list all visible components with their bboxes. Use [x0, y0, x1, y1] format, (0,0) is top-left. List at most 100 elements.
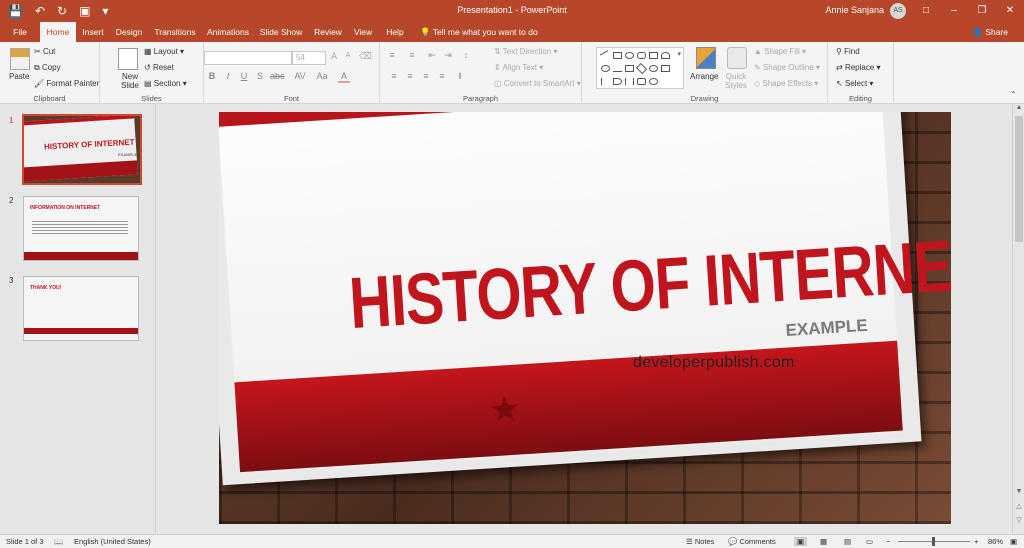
- zoom-level[interactable]: 86%: [988, 537, 1003, 546]
- format-painter-button[interactable]: 🖌 Format Painter: [34, 79, 99, 88]
- avatar[interactable]: AS: [890, 3, 906, 19]
- bullets-icon[interactable]: ≡: [386, 50, 398, 60]
- tab-animations[interactable]: Animations: [203, 22, 253, 42]
- reading-view-icon[interactable]: ▤: [844, 537, 851, 546]
- slideshow-view-icon[interactable]: ▭: [866, 537, 873, 546]
- italic-icon[interactable]: I: [222, 71, 234, 81]
- callout-shape-icon[interactable]: [661, 65, 670, 72]
- next-slide-icon[interactable]: ▽: [1013, 516, 1024, 524]
- tab-file[interactable]: File: [6, 22, 34, 42]
- clear-formatting-icon[interactable]: ⌫: [359, 51, 372, 62]
- language-indicator[interactable]: English (United States): [74, 537, 151, 546]
- collapse-ribbon-icon[interactable]: ⌃: [1010, 90, 1017, 99]
- slide-thumbnail-3[interactable]: THANK YOU!: [23, 276, 139, 341]
- rounded-rect-shape-icon[interactable]: [637, 52, 646, 59]
- zoom-in-icon[interactable]: +: [974, 537, 978, 546]
- font-name-dropdown[interactable]: [204, 51, 292, 65]
- section-button[interactable]: ▤ Section ▾: [144, 79, 187, 88]
- cut-button[interactable]: ✂ Cut: [34, 47, 55, 56]
- new-slide-button[interactable]: New Slide: [118, 72, 142, 90]
- brace-shape-icon[interactable]: [625, 78, 634, 85]
- line-spacing-icon[interactable]: ↕: [460, 50, 472, 60]
- ribbon-display-options-icon[interactable]: □: [912, 0, 940, 22]
- rectangle-shape-icon[interactable]: [613, 52, 622, 59]
- columns-icon[interactable]: ‖: [454, 71, 466, 81]
- strikethrough-icon[interactable]: abc: [270, 71, 285, 81]
- paste-icon[interactable]: [10, 48, 30, 70]
- user-name[interactable]: Annie Sanjana: [825, 5, 884, 15]
- connector-shape-icon[interactable]: [613, 65, 622, 72]
- quick-styles-button[interactable]: Quick Styles: [723, 72, 749, 90]
- reset-button[interactable]: ↺ Reset: [144, 63, 174, 72]
- oval-shape-icon[interactable]: [625, 52, 634, 59]
- convert-smartart-button[interactable]: ◫ Convert to SmartArt ▾: [494, 79, 581, 88]
- heart-shape-icon[interactable]: [649, 65, 658, 72]
- scroll-down-icon[interactable]: ▼: [1013, 488, 1024, 495]
- arrange-icon[interactable]: [696, 47, 716, 69]
- replace-button[interactable]: ⇄ Replace ▾: [836, 63, 881, 72]
- arrange-button[interactable]: Arrange: [690, 72, 718, 81]
- justify-icon[interactable]: ≡: [436, 71, 448, 81]
- textbox-shape-icon[interactable]: [649, 52, 658, 59]
- tab-review[interactable]: Review: [310, 22, 346, 42]
- zoom-out-icon[interactable]: −: [886, 537, 890, 546]
- layout-button[interactable]: ▦ Layout ▾: [144, 47, 184, 56]
- tab-home[interactable]: Home: [40, 22, 76, 42]
- spelling-icon[interactable]: 📖: [54, 537, 63, 546]
- font-size-dropdown[interactable]: 54: [292, 51, 326, 65]
- previous-slide-icon[interactable]: △: [1013, 502, 1024, 510]
- select-button[interactable]: ↖ Select ▾: [836, 79, 873, 88]
- fit-to-window-icon[interactable]: ▣: [1010, 537, 1017, 546]
- shape-fill-button[interactable]: ▲ Shape Fill ▾: [754, 47, 806, 56]
- quick-styles-icon[interactable]: [727, 47, 747, 69]
- align-left-icon[interactable]: ≡: [388, 71, 400, 81]
- shape-effects-button[interactable]: ◇ Shape Effects ▾: [754, 79, 818, 88]
- text-direction-button[interactable]: ⇅ Text Direction ▾: [494, 47, 558, 56]
- align-right-icon[interactable]: ≡: [420, 71, 432, 81]
- line-shape-icon[interactable]: [599, 50, 612, 61]
- char-spacing-icon[interactable]: AV: [294, 71, 306, 81]
- shape-outline-button[interactable]: ✎ Shape Outline ▾: [754, 63, 820, 72]
- vertical-scrollbar[interactable]: ▲ ▼ △ ▽: [1012, 104, 1024, 534]
- comments-button[interactable]: 💬 Comments: [728, 537, 776, 546]
- curve-shape-icon[interactable]: [613, 78, 622, 85]
- change-case-icon[interactable]: Aa: [316, 71, 328, 81]
- copy-button[interactable]: ⧉ Copy: [34, 63, 61, 73]
- find-button[interactable]: ⚲ Find: [836, 47, 860, 56]
- increase-indent-icon[interactable]: ⇥: [442, 50, 454, 61]
- bold-icon[interactable]: B: [206, 71, 218, 81]
- paste-button[interactable]: Paste: [9, 72, 29, 81]
- arrow-shape-icon[interactable]: [625, 65, 634, 72]
- triangle-shape-icon[interactable]: [601, 78, 610, 85]
- arc-shape-icon[interactable]: [661, 52, 670, 59]
- close-icon[interactable]: ✕: [996, 0, 1024, 22]
- slide-canvas[interactable]: ★ HISTORY OF INTERNET EXAMPLE developerp…: [219, 112, 951, 524]
- align-text-button[interactable]: ⇕ Align Text ▾: [494, 63, 543, 72]
- zoom-slider-handle[interactable]: [932, 537, 935, 546]
- bracket-shape-icon[interactable]: [637, 78, 646, 85]
- normal-view-icon[interactable]: ▣: [794, 537, 808, 546]
- font-color-icon[interactable]: A: [338, 71, 350, 83]
- shapes-gallery[interactable]: ▾: [596, 47, 684, 89]
- increase-font-icon[interactable]: A: [328, 51, 340, 61]
- tab-transitions[interactable]: Transitions: [150, 22, 200, 42]
- tab-design[interactable]: Design: [112, 22, 146, 42]
- slide-sorter-icon[interactable]: ▦: [820, 537, 827, 546]
- minimize-icon[interactable]: –: [940, 0, 968, 22]
- tab-slide-show[interactable]: Slide Show: [256, 22, 306, 42]
- scroll-up-icon[interactable]: ▲: [1013, 104, 1024, 111]
- align-center-icon[interactable]: ≡: [404, 71, 416, 81]
- diamond-shape-icon[interactable]: [635, 62, 648, 75]
- shadow-icon[interactable]: S: [254, 71, 266, 81]
- notes-button[interactable]: ☰ Notes: [686, 537, 714, 546]
- star-shape-icon[interactable]: [649, 78, 658, 85]
- restore-icon[interactable]: ❐: [968, 0, 996, 22]
- numbering-icon[interactable]: ≡: [406, 50, 418, 60]
- scrollbar-thumb[interactable]: [1015, 116, 1023, 242]
- underline-icon[interactable]: U: [238, 71, 250, 81]
- share-button[interactable]: 👤 Share: [972, 22, 1008, 42]
- gallery-more-icon[interactable]: ▾: [677, 50, 681, 58]
- slide-thumbnail-2[interactable]: INFORMATION ON INTERNET: [23, 196, 139, 261]
- circle-shape-icon[interactable]: [601, 65, 610, 72]
- new-slide-icon[interactable]: [118, 48, 138, 70]
